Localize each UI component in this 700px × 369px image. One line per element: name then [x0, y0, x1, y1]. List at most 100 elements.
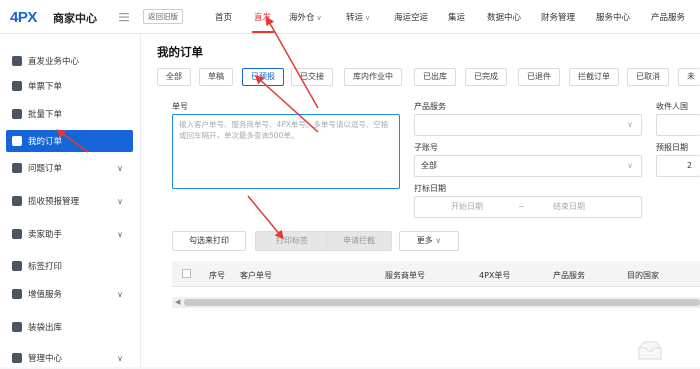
- tab-in-warehouse[interactable]: 库内作业中: [344, 68, 402, 86]
- nav-sea-air[interactable]: 海运空运: [394, 11, 428, 23]
- nav-overseas-warehouse[interactable]: 海外仓 ∨: [289, 11, 322, 23]
- apply-intercept-button[interactable]: 申请拦截: [326, 231, 392, 251]
- recipient-country-label: 收件人国: [656, 102, 688, 111]
- column-product: 产品服务: [553, 271, 585, 280]
- chevron-down-icon: ∨: [117, 353, 123, 363]
- menu-toggle-icon[interactable]: [118, 11, 130, 23]
- sidebar-item-bag-outbound[interactable]: 装袋出库: [6, 316, 133, 338]
- nav-direct[interactable]: 直发: [254, 11, 271, 23]
- tab-completed[interactable]: 已完成: [465, 68, 507, 86]
- product-label: 产品服务: [414, 102, 446, 111]
- tab-forecasted[interactable]: 已预报: [242, 68, 284, 86]
- order-icon: [12, 136, 22, 146]
- column-customer-no: 客户单号: [240, 271, 272, 280]
- sub-account-select[interactable]: 全部 ∨: [414, 155, 642, 177]
- tab-draft[interactable]: 草稿: [199, 68, 233, 86]
- nav-data-center[interactable]: 数据中心: [487, 11, 521, 23]
- sidebar-item-value-added[interactable]: 增值服务 ∨: [6, 283, 133, 305]
- nav-label: 财务管理: [541, 13, 576, 23]
- chevron-down-icon: ∨: [627, 120, 633, 129]
- tab-more[interactable]: 未: [678, 68, 700, 86]
- seller-icon: [12, 229, 22, 239]
- nav-label: 服务中心: [596, 13, 631, 23]
- sidebar-item-issue-orders[interactable]: 问题订单 ∨: [6, 157, 133, 179]
- label-date-range[interactable]: 开始日期 ~ 结束日期: [414, 196, 642, 218]
- forecast-date-label: 预报日期: [656, 143, 688, 152]
- nav-home[interactable]: 首页: [215, 11, 232, 23]
- horizontal-scrollbar[interactable]: ◀: [172, 297, 700, 308]
- product-select[interactable]: ∨: [414, 114, 642, 136]
- chevron-down-icon: ∨: [117, 163, 123, 173]
- nav-transship[interactable]: 转运 ∨: [346, 11, 370, 23]
- sidebar-item-single-order[interactable]: 单票下单: [6, 75, 133, 97]
- scroll-thumb[interactable]: [184, 299, 700, 306]
- active-nav-indicator: [252, 31, 274, 33]
- tab-all[interactable]: 全部: [157, 68, 191, 86]
- sidebar-item-label: 揽收预报管理: [28, 197, 80, 207]
- nav-label: 海运空运: [394, 13, 429, 23]
- chevron-down-icon: ∨: [435, 236, 442, 245]
- chevron-down-icon: ∨: [117, 229, 123, 239]
- tab-intercepted[interactable]: 拦截订单: [569, 68, 619, 86]
- main-content: 我的订单 全部 草稿 已预报 已交接 库内作业中 已出库 已完成 已退件 拦截订…: [141, 34, 700, 367]
- nav-products[interactable]: 产品服务: [651, 11, 685, 23]
- logo[interactable]: 4PX: [10, 9, 37, 26]
- start-date-input[interactable]: 开始日期: [451, 197, 483, 217]
- sidebar-item-batch-order[interactable]: 批量下单: [6, 103, 133, 125]
- sidebar-item-label: 直发业务中心: [28, 57, 80, 67]
- tab-returned[interactable]: 已退件: [518, 68, 560, 86]
- end-date-input[interactable]: 结束日期: [553, 197, 585, 217]
- recipient-country-select[interactable]: [656, 114, 700, 136]
- sidebar-item-seller-assistant[interactable]: 卖家助手 ∨: [6, 223, 133, 245]
- print-icon: [12, 261, 22, 271]
- tab-cancelled[interactable]: 已取消: [627, 68, 669, 86]
- chevron-down-icon: ∨: [365, 14, 371, 22]
- sidebar-item-label: 增值服务: [28, 290, 63, 300]
- sidebar-item-label: 单票下单: [28, 82, 63, 92]
- chevron-down-icon: ∨: [627, 161, 633, 170]
- sidebar-item-pickup-forecast[interactable]: 揽收预报管理 ∨: [6, 190, 133, 212]
- sidebar-item-direct-center[interactable]: 直发业务中心: [6, 50, 133, 72]
- tab-shipped[interactable]: 已出库: [414, 68, 456, 86]
- more-button[interactable]: 更多 ∨: [399, 231, 459, 251]
- forecast-date-input[interactable]: 2: [656, 155, 700, 177]
- page-title: 我的订单: [157, 45, 203, 59]
- print-selected-button[interactable]: 勾选来打印: [172, 231, 246, 251]
- select-all-checkbox[interactable]: [182, 269, 191, 278]
- range-separator: ~: [518, 202, 525, 211]
- column-index: 序号: [209, 271, 225, 280]
- nav-consolidation[interactable]: 集运: [448, 11, 465, 23]
- nav-label: 数据中心: [487, 13, 522, 23]
- sidebar-item-admin[interactable]: 管理中心 ∨: [6, 347, 133, 369]
- sidebar-item-my-orders[interactable]: 我的订单: [6, 130, 133, 152]
- more-label: 更多: [416, 236, 433, 245]
- nav-service-center[interactable]: 服务中心: [596, 11, 630, 23]
- forecast-date-value: 2: [687, 161, 693, 170]
- column-provider-no: 服务商单号: [385, 271, 425, 280]
- brand-title: 商家中心: [53, 12, 97, 25]
- sidebar-item-label-print[interactable]: 标签打印: [6, 255, 133, 277]
- sidebar: 直发业务中心 单票下单 批量下单 我的订单 问题订单 ∨ 揽收预报管理 ∨ 卖家助手…: [0, 34, 141, 367]
- order-no-input[interactable]: 输入客户单号、服务商单号、4PX单号。多单号请以逗号、空格或回车隔开，单次最多查…: [172, 114, 400, 189]
- order-no-label: 单号: [172, 102, 188, 111]
- nav-label: 首页: [215, 13, 233, 23]
- column-destination: 目的国家: [627, 271, 659, 280]
- sub-account-label: 子账号: [414, 143, 438, 152]
- batch-order-icon: [12, 109, 22, 119]
- print-label-button[interactable]: 打印标签: [255, 231, 329, 251]
- chevron-down-icon: ∨: [117, 196, 123, 206]
- nav-label: 产品服务: [651, 13, 686, 23]
- sidebar-item-label: 批量下单: [28, 110, 63, 120]
- scroll-left-icon[interactable]: ◀: [175, 298, 180, 306]
- return-old-version-button[interactable]: 返回旧版: [143, 9, 183, 24]
- chevron-down-icon: ∨: [117, 289, 123, 299]
- column-4px-no: 4PX单号: [479, 271, 511, 280]
- nav-finance[interactable]: 财务管理: [541, 11, 575, 23]
- nav-label: 集运: [448, 13, 466, 23]
- bag-icon: [12, 322, 22, 332]
- sidebar-item-label: 管理中心: [28, 354, 63, 364]
- tab-handed-over[interactable]: 已交接: [291, 68, 333, 86]
- sidebar-item-label: 卖家助手: [28, 230, 63, 240]
- issue-icon: [12, 163, 22, 173]
- top-bar: 4PX 商家中心 返回旧版 首页 直发 海外仓 ∨ 转运 ∨ 海运空运 集运 数据中…: [0, 0, 700, 34]
